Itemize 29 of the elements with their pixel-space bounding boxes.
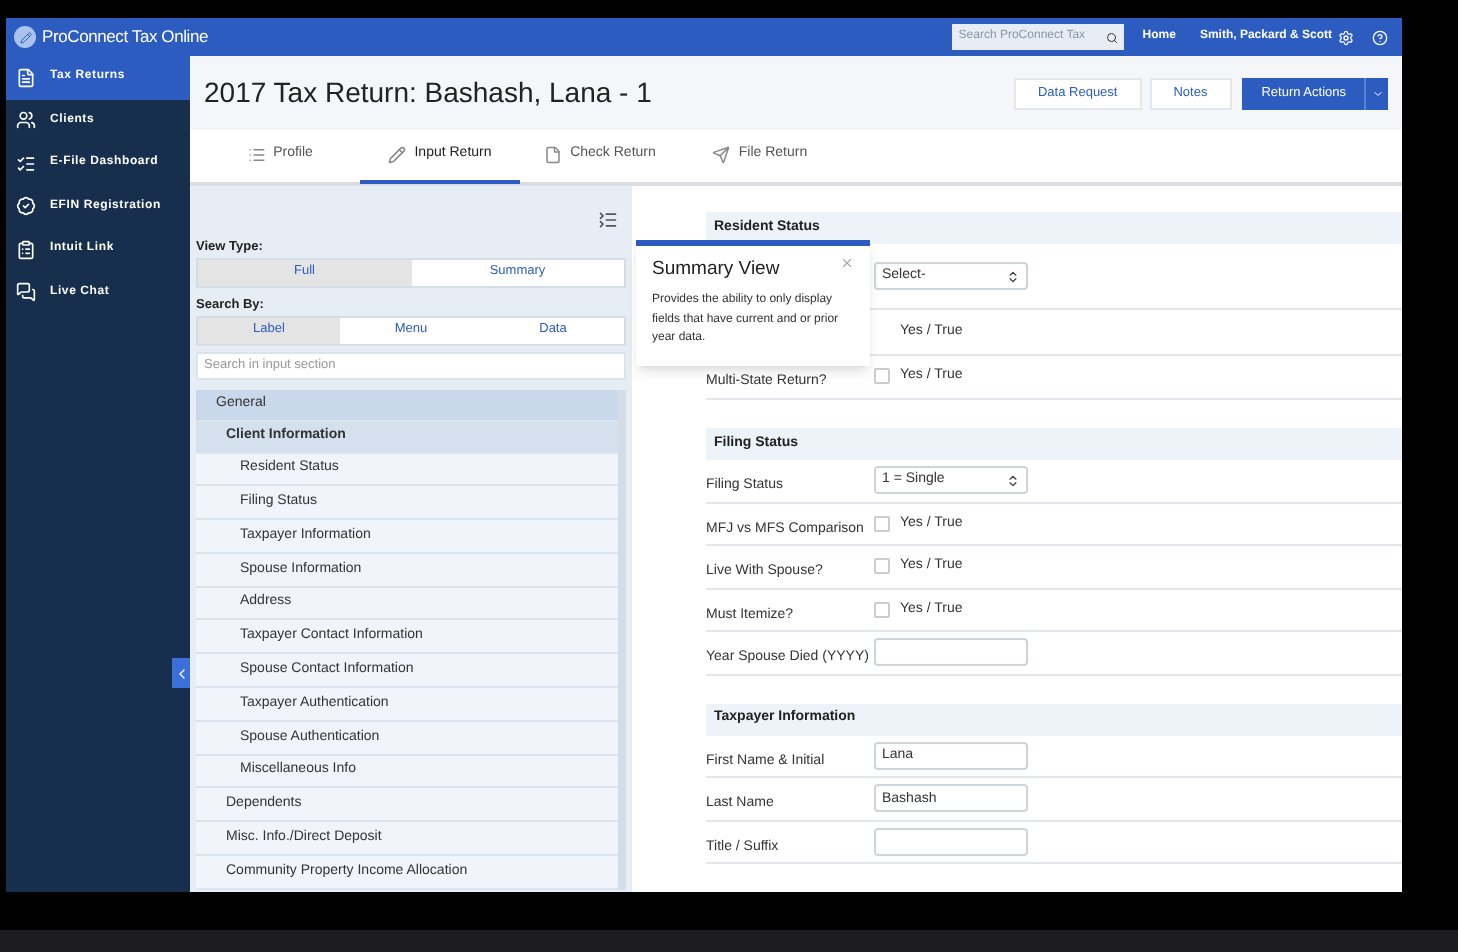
people-icon bbox=[16, 110, 36, 131]
collapse-panel-icon[interactable] bbox=[598, 210, 618, 230]
settings-icon[interactable] bbox=[1338, 29, 1354, 45]
paper-plane-icon bbox=[712, 145, 731, 163]
list-icon bbox=[247, 145, 266, 163]
list-icon bbox=[16, 153, 36, 174]
pencil-icon bbox=[388, 145, 407, 163]
caret-icon bbox=[1371, 87, 1383, 99]
search-icon bbox=[1106, 31, 1119, 43]
help-icon[interactable] bbox=[1372, 29, 1388, 45]
close-icon[interactable] bbox=[840, 256, 854, 270]
document-icon bbox=[16, 67, 36, 88]
checkbox[interactable] bbox=[874, 515, 890, 532]
updown-icon bbox=[1006, 269, 1020, 283]
app-name: ProConnect Tax Online bbox=[42, 24, 209, 50]
collapse-button[interactable] bbox=[172, 658, 190, 688]
page-title: 2017 Tax Return: Bashash, Lana - 1 bbox=[204, 74, 652, 112]
logo-icon bbox=[14, 26, 36, 48]
checkbox[interactable] bbox=[874, 368, 890, 385]
checkbox[interactable] bbox=[874, 558, 890, 575]
checkbox[interactable] bbox=[874, 601, 890, 618]
clipboard-icon bbox=[16, 239, 36, 260]
input-field[interactable] bbox=[874, 827, 1028, 856]
input-field[interactable] bbox=[874, 638, 1028, 667]
chat-icon bbox=[16, 282, 36, 303]
updown-icon bbox=[1006, 473, 1020, 488]
badge-icon bbox=[16, 196, 36, 217]
page-icon bbox=[544, 145, 563, 163]
popover-title: Summary View bbox=[652, 256, 780, 284]
